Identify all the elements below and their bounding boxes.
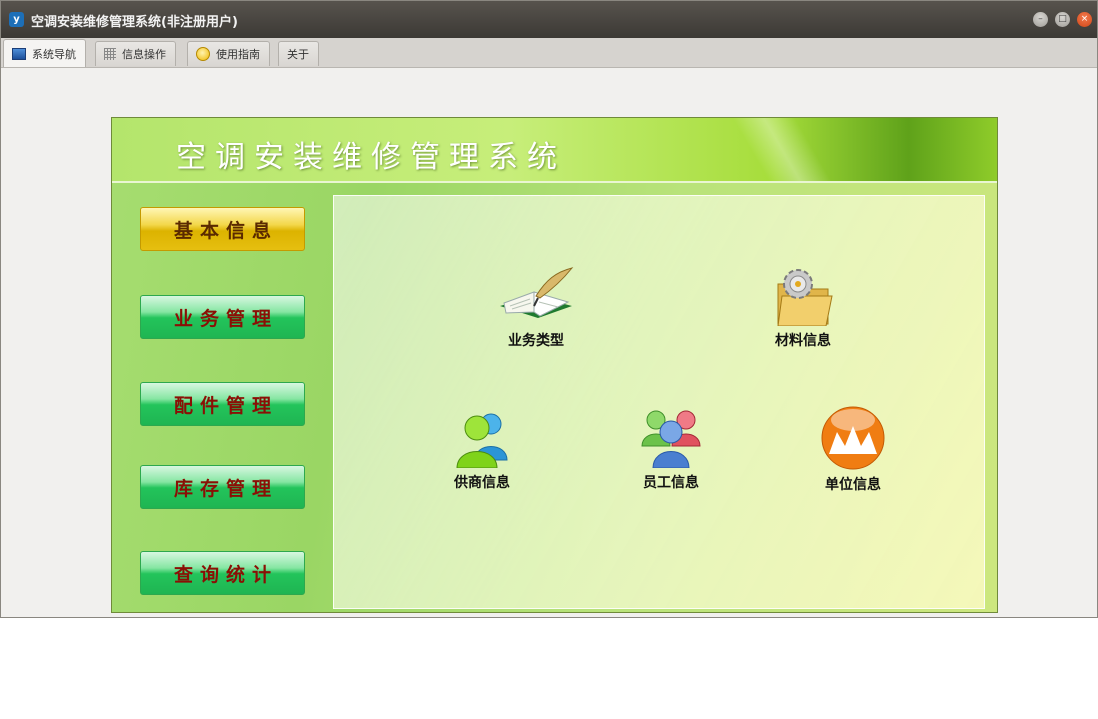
title-bar: y 空调安装维修管理系统(非注册用户) – □ × (1, 1, 1097, 38)
monitor-icon (12, 47, 26, 60)
gear-folder-icon (777, 269, 833, 326)
tab-about[interactable]: 关于 (278, 41, 319, 66)
company-info-item[interactable]: 单位信息 (798, 406, 908, 494)
item-label: 材料信息 (775, 333, 831, 349)
users-icon (456, 413, 508, 468)
app-logo-icon: y (9, 12, 24, 27)
nav-query-statistics-button[interactable]: 查询统计 (140, 551, 305, 595)
tab-system-navigation[interactable]: 系统导航 (3, 39, 86, 67)
help-circle-icon (196, 47, 210, 61)
book-quill-icon (500, 267, 574, 318)
item-label: 员工信息 (643, 475, 699, 491)
banner: 空调安装维修管理系统 (112, 118, 997, 183)
company-icon (821, 406, 885, 470)
tab-label: 使用指南 (216, 48, 260, 61)
close-button[interactable]: × (1077, 12, 1092, 27)
maximize-button[interactable]: □ (1055, 12, 1070, 27)
app-window: y 空调安装维修管理系统(非注册用户) – □ × 系统导航 信息操作 使用指南… (0, 0, 1098, 618)
team-icon (641, 410, 701, 468)
item-label: 单位信息 (825, 477, 881, 493)
window-title: 空调安装维修管理系统(非注册用户) (31, 15, 238, 30)
supplier-info-item[interactable]: 供商信息 (427, 408, 537, 492)
business-type-item[interactable]: 业务类型 (481, 266, 591, 350)
nav-basic-info-button[interactable]: 基本信息 (140, 207, 305, 251)
tab-bar: 系统导航 信息操作 使用指南 关于 (1, 38, 1097, 68)
item-label: 业务类型 (508, 333, 564, 349)
system-title: 空调安装维修管理系统 (176, 140, 566, 175)
tab-label: 关于 (287, 48, 309, 61)
staff-info-item[interactable]: 员工信息 (616, 408, 726, 492)
grid-icon (104, 48, 116, 60)
tab-label: 系统导航 (32, 47, 76, 61)
minimize-button[interactable]: – (1033, 12, 1048, 27)
tab-user-guide[interactable]: 使用指南 (187, 41, 270, 66)
nav-inventory-management-button[interactable]: 库存管理 (140, 465, 305, 509)
item-label: 供商信息 (454, 475, 510, 491)
nav-business-management-button[interactable]: 业务管理 (140, 295, 305, 339)
tab-info-operations[interactable]: 信息操作 (95, 41, 176, 66)
material-info-item[interactable]: 材料信息 (748, 266, 858, 350)
navigation-panel: 空调安装维修管理系统 基本信息 业务管理 配件管理 库存管理 查询统计 业务类型 (111, 117, 998, 613)
content-area: 业务类型 材料信息 供商信息 员工信息 单位信息 (333, 195, 985, 609)
nav-parts-management-button[interactable]: 配件管理 (140, 382, 305, 426)
tab-label: 信息操作 (122, 48, 166, 61)
